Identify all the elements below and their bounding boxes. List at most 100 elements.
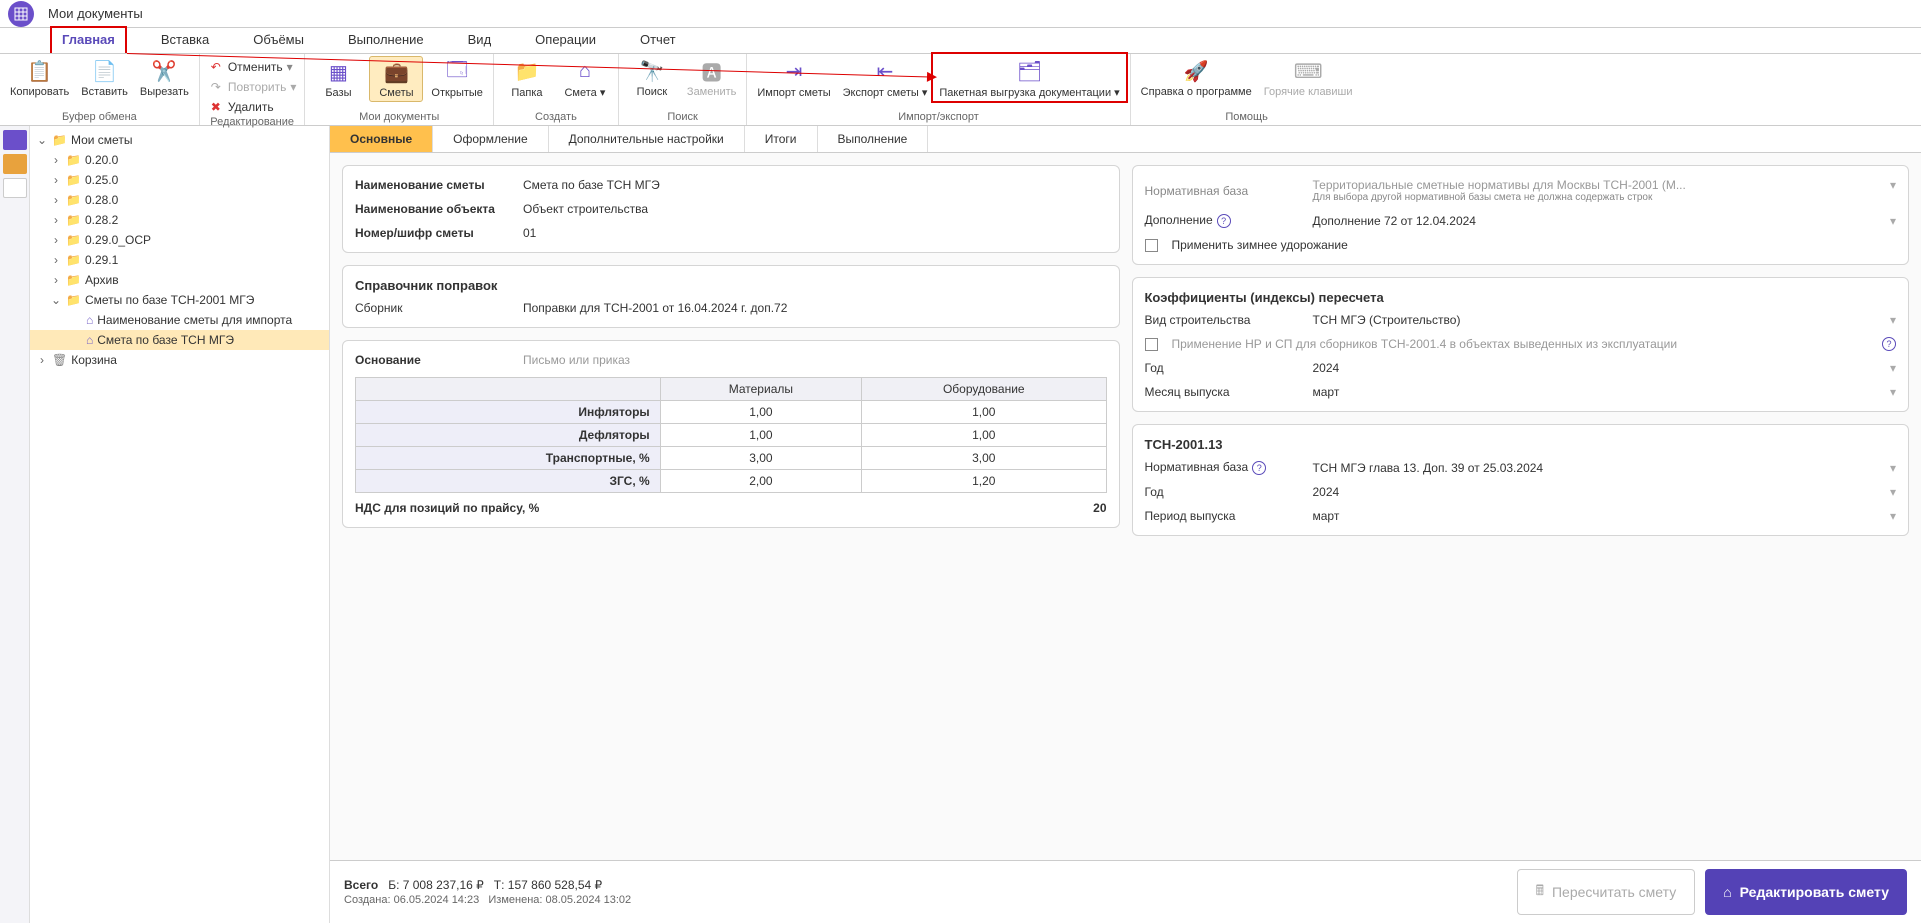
export-button[interactable]: ⇤Экспорт сметы ▾ [839, 56, 932, 101]
chevron-down-icon[interactable]: ▾ [1890, 509, 1896, 523]
tree-arrow-icon[interactable]: › [36, 353, 48, 367]
hotkeys-button[interactable]: ⌨Горячие клавиши [1260, 56, 1357, 100]
about-button[interactable]: 🚀Справка о программе [1137, 56, 1256, 100]
year-value[interactable]: 2024 [1313, 361, 1882, 375]
import-button[interactable]: ⇥Импорт сметы [753, 57, 834, 101]
cell[interactable]: 1,00 [862, 401, 1106, 424]
cell[interactable]: 1,00 [660, 401, 861, 424]
redo-label: Повторить [228, 80, 287, 94]
nds-value[interactable]: 20 [1093, 501, 1106, 515]
vs-value[interactable]: ТСН МГЭ (Строительство) [1313, 313, 1882, 327]
edit-button[interactable]: ⌂Редактировать смету [1705, 869, 1907, 915]
tree-node[interactable]: ⌂Смета по базе ТСН МГЭ [30, 330, 329, 350]
delete-button[interactable]: ✖Удалить [206, 98, 299, 116]
nr-label: Применение НР и СП для сборников ТСН-200… [1172, 337, 1871, 351]
cell[interactable]: 3,00 [862, 447, 1106, 470]
redo-button[interactable]: ↷Повторить ▾ [206, 78, 299, 96]
nb13-value[interactable]: ТСН МГЭ глава 13. Доп. 39 от 25.03.2024 [1313, 461, 1882, 475]
strip-btn-2[interactable] [3, 154, 27, 174]
winter-checkbox[interactable] [1145, 239, 1158, 252]
paste-button[interactable]: 📄Вставить [77, 56, 132, 100]
cell[interactable]: 3,00 [660, 447, 861, 470]
help-icon[interactable]: ? [1252, 461, 1266, 475]
tree-node[interactable]: ⌄📁Мои сметы [30, 130, 329, 150]
undo-label: Отменить [228, 60, 283, 74]
tree-node[interactable]: ›📁0.20.0 [30, 150, 329, 170]
chevron-down-icon[interactable]: ▾ [1890, 178, 1896, 192]
tree-node[interactable]: ›📁0.28.2 [30, 210, 329, 230]
menu-view[interactable]: Вид [458, 28, 502, 53]
tab-format[interactable]: Оформление [433, 126, 548, 152]
copy-button[interactable]: 📋Копировать [6, 56, 73, 100]
estimates-button[interactable]: 💼Сметы [369, 56, 423, 102]
cut-button[interactable]: ✂️Вырезать [136, 56, 193, 100]
tree-arrow-icon[interactable]: › [50, 153, 62, 167]
tab-totals[interactable]: Итоги [745, 126, 818, 152]
chevron-down-icon[interactable]: ▾ [1890, 461, 1896, 475]
tree-node[interactable]: ›📁0.28.0 [30, 190, 329, 210]
sb-value[interactable]: Поправки для ТСН-2001 от 16.04.2024 г. д… [523, 301, 1107, 315]
month-value[interactable]: март [1313, 385, 1882, 399]
tree-arrow-icon[interactable]: › [50, 213, 62, 227]
tree-node[interactable]: ⌄📁Сметы по базе ТСН-2001 МГЭ [30, 290, 329, 310]
menu-main[interactable]: Главная [50, 26, 127, 53]
folder-button[interactable]: 📁Папка [500, 57, 554, 101]
tree-arrow-icon[interactable]: ⌄ [50, 293, 62, 307]
cell[interactable]: 2,00 [660, 470, 861, 493]
menu-report[interactable]: Отчет [630, 28, 686, 53]
chevron-down-icon[interactable]: ▾ [1890, 313, 1896, 327]
cell[interactable]: 1,20 [862, 470, 1106, 493]
num-value[interactable]: 01 [523, 226, 1107, 240]
tree-node[interactable]: ›🗑Корзина [30, 350, 329, 370]
batch-export-button[interactable]: 🗂Пакетная выгрузка документации ▾ [935, 56, 1123, 101]
menu-insert[interactable]: Вставка [151, 28, 219, 53]
tab-exec[interactable]: Выполнение [818, 126, 929, 152]
tree-arrow-icon[interactable]: › [50, 193, 62, 207]
strip-btn-1[interactable] [3, 130, 27, 150]
nr-checkbox[interactable] [1145, 338, 1158, 351]
replace-button[interactable]: 🅰Заменить [683, 56, 740, 100]
help-icon[interactable]: ? [1217, 214, 1231, 228]
tab-main[interactable]: Основные [330, 126, 433, 152]
cell[interactable]: 1,00 [660, 424, 861, 447]
recalc-button[interactable]: 🖩Пересчитать смету [1517, 869, 1696, 915]
open-button[interactable]: 🗔Открытые [427, 57, 487, 101]
nb-value[interactable]: Территориальные сметные нормативы для Мо… [1313, 178, 1890, 192]
tree-node[interactable]: ›📁0.25.0 [30, 170, 329, 190]
menu-operations[interactable]: Операции [525, 28, 606, 53]
titlebar: Мои документы [0, 0, 1921, 28]
tree-node[interactable]: ›📁Архив [30, 270, 329, 290]
tree-node[interactable]: ⌂Наименование сметы для импорта [30, 310, 329, 330]
tab-settings[interactable]: Дополнительные настройки [549, 126, 745, 152]
chevron-down-icon[interactable]: ▾ [1890, 485, 1896, 499]
folder-icon: 📁 [66, 193, 81, 207]
y13-value[interactable]: 2024 [1313, 485, 1882, 499]
tree-arrow-icon[interactable]: ⌄ [36, 133, 48, 147]
menu-execution[interactable]: Выполнение [338, 28, 434, 53]
search-button[interactable]: 🔭Поиск [625, 56, 679, 100]
ribbon-group-edit: ↶Отменить ▾ ↷Повторить ▾ ✖Удалить Редакт… [200, 54, 306, 125]
cell[interactable]: 1,00 [862, 424, 1106, 447]
help-icon[interactable]: ? [1882, 337, 1896, 351]
hotkeys-label: Горячие клавиши [1264, 86, 1353, 98]
chevron-down-icon[interactable]: ▾ [1890, 361, 1896, 375]
obj-value[interactable]: Объект строительства [523, 202, 1107, 216]
name-value[interactable]: Смета по базе ТСН МГЭ [523, 178, 1107, 192]
tree-arrow-icon[interactable]: › [50, 173, 62, 187]
dop-value[interactable]: Дополнение 72 от 12.04.2024 [1313, 214, 1882, 228]
tree-node[interactable]: ›📁0.29.0_ОСР [30, 230, 329, 250]
chevron-down-icon[interactable]: ▾ [1890, 385, 1896, 399]
menu-volumes[interactable]: Объёмы [243, 28, 314, 53]
row-inflator: Инфляторы [356, 401, 661, 424]
p13-value[interactable]: март [1313, 509, 1882, 523]
undo-button[interactable]: ↶Отменить ▾ [206, 58, 299, 76]
tree-arrow-icon[interactable]: › [50, 253, 62, 267]
tree-node[interactable]: ›📁0.29.1 [30, 250, 329, 270]
chevron-down-icon[interactable]: ▾ [1890, 214, 1896, 228]
tree-arrow-icon[interactable]: › [50, 233, 62, 247]
strip-btn-3[interactable] [3, 178, 27, 198]
bases-button[interactable]: ▦Базы [311, 57, 365, 101]
estimate-new-button[interactable]: ⌂Смета ▾ [558, 56, 612, 101]
tree-arrow-icon[interactable]: › [50, 273, 62, 287]
osn-placeholder[interactable]: Письмо или приказ [523, 353, 1107, 367]
